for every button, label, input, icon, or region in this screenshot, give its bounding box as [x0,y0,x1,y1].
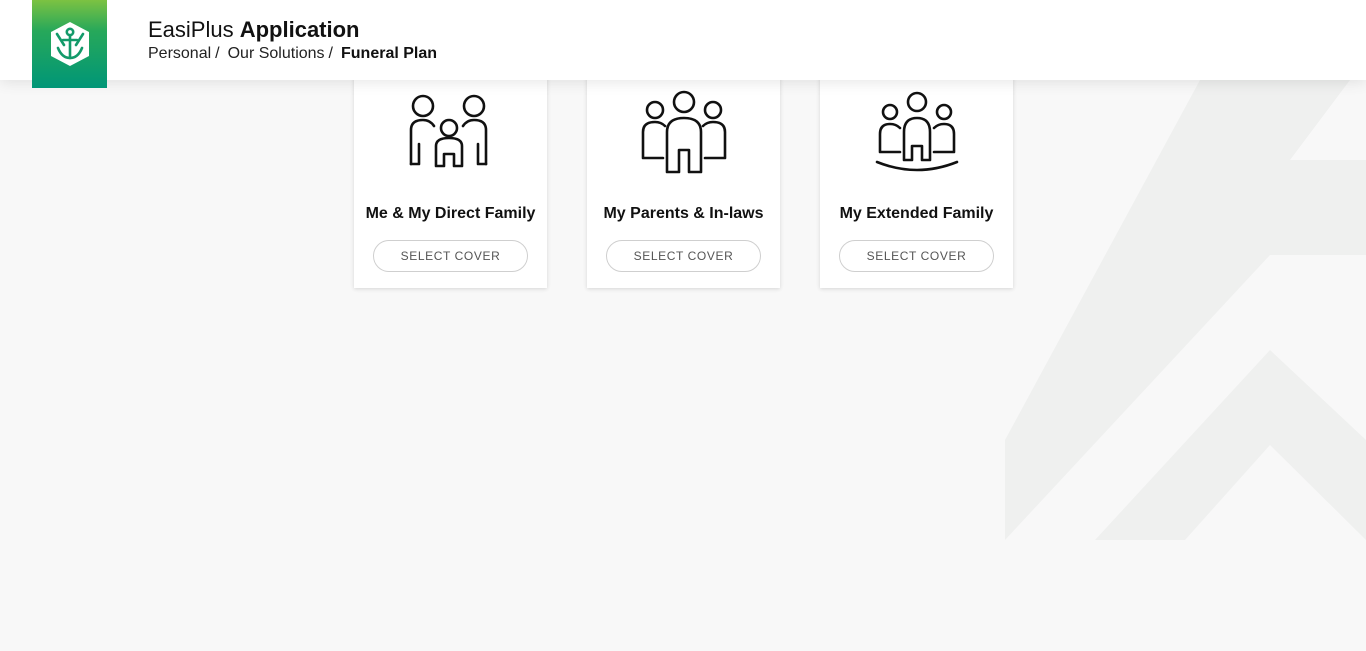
family-parents-child-icon [409,94,487,168]
app-header: EasiPlus Application Personal / Our Solu… [0,0,1366,80]
breadcrumb-our-solutions[interactable]: Our Solutions [228,44,325,64]
breadcrumb-personal[interactable]: Personal [148,44,211,64]
app-title-bold: Application [239,17,360,42]
card-title: Me & My Direct Family [365,205,536,222]
app-title: EasiPlus Application [148,17,360,43]
select-cover-button-extended-family[interactable]: SELECT COVER [839,240,994,272]
select-cover-button-direct-family[interactable]: SELECT COVER [373,240,528,272]
cover-card-parents-inlaws: My Parents & In-laws SELECT COVER [587,70,780,288]
app-title-light: EasiPlus [148,17,234,42]
card-title: My Parents & In-laws [603,205,764,222]
family-three-adults-icon [641,90,726,174]
shield-anchor-icon [50,22,89,66]
breadcrumb-separator: / [328,45,333,62]
breadcrumb-separator: / [215,45,220,62]
card-title: My Extended Family [839,205,994,222]
select-cover-button-parents-inlaws[interactable]: SELECT COVER [606,240,761,272]
cover-card-direct-family: Me & My Direct Family SELECT COVER [354,70,547,288]
cover-card-extended-family: My Extended Family SELECT COVER [820,70,1013,288]
breadcrumb: Personal / Our Solutions / Funeral Plan [148,44,437,64]
extended-family-group-icon [875,91,958,172]
brand-logo[interactable] [32,0,107,88]
breadcrumb-funeral-plan: Funeral Plan [341,45,438,62]
